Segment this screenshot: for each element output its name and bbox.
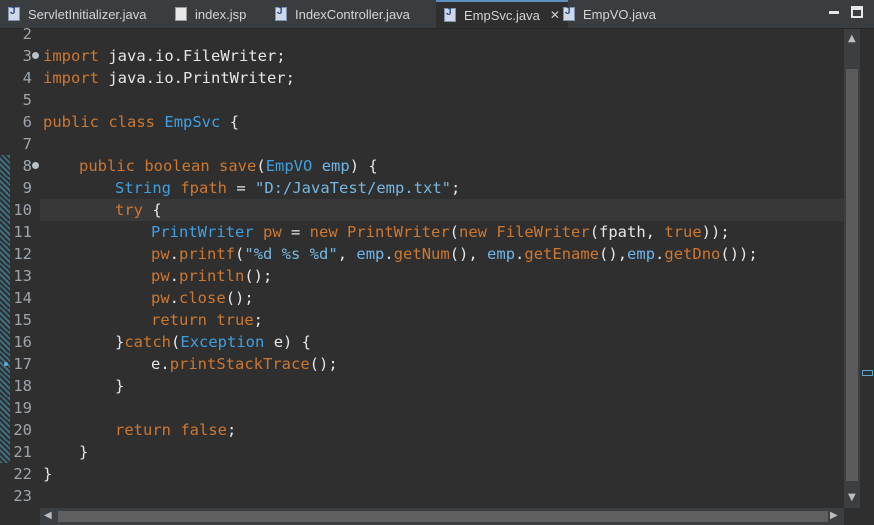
fold-collapse-icon[interactable] [32,52,39,59]
vertical-scrollbar[interactable]: ▲ ▼ [844,29,860,508]
close-icon[interactable]: ✕ [550,8,560,22]
code-text-area[interactable]: import java.io.FileWriter; import java.i… [43,29,843,508]
code-line-10: try { [115,201,162,219]
code-line-22: } [43,465,53,483]
scroll-left-icon[interactable]: ◀ [44,510,52,521]
code-line-18: } [115,377,125,395]
java-file-icon [275,6,287,21]
line-number: 21 [13,443,32,461]
code-line-21: } [79,443,89,461]
line-number: 4 [22,69,32,87]
line-number: 2 [22,25,32,43]
tab-empsvc-active[interactable]: EmpSvc.java ✕ [436,0,568,28]
line-number: 6 [22,113,32,131]
code-editor[interactable]: 2 3 4 5 6 7 8 9 10 11 12 13 14 15 16 17 … [0,25,874,508]
line-number: 13 [13,267,32,285]
code-line-4: import java.io.PrintWriter; [43,69,295,87]
code-line-14: pw.close(); [151,289,254,307]
line-number: 22 [13,465,32,483]
code-line-12: pw.printf("%d %s %d", emp.getNum(), emp.… [151,245,758,263]
tab-label: index.jsp [195,6,247,22]
java-file-icon [563,6,575,21]
line-number: 5 [22,91,32,109]
code-line-15: return true; [151,311,264,329]
line-number: 8 [22,157,32,175]
tab-label: EmpVO.java [583,6,656,22]
overview-marker[interactable] [862,370,873,376]
code-line-16: }catch(Exception e) { [115,333,312,351]
code-line-17: e.printStackTrace(); [151,355,338,373]
line-number: 9 [22,179,32,197]
line-number: 23 [13,487,32,505]
line-number: 15 [13,311,32,329]
java-file-icon [8,6,20,21]
line-number: 18 [13,377,32,395]
line-number: 20 [13,421,32,439]
code-line-9: String fpath = "D:/JavaTest/emp.txt"; [115,179,461,197]
jsp-file-icon [175,7,187,21]
code-line-13: pw.println(); [151,267,273,285]
line-number: 16 [13,333,32,351]
vertical-scroll-thumb[interactable] [846,69,858,481]
scroll-right-icon[interactable]: ▶ [830,510,838,521]
line-number: 19 [13,399,32,417]
horizontal-scroll-thumb[interactable] [58,511,828,522]
code-line-8: public boolean save(EmpVO emp) { [79,157,378,175]
maximize-icon[interactable] [849,4,865,20]
scroll-up-icon[interactable]: ▲ [848,33,856,44]
tab-label: ServletInitializer.java [28,6,147,22]
tab-label: IndexController.java [295,6,410,22]
code-line-3: import java.io.FileWriter; [43,47,286,65]
scroll-down-icon[interactable]: ▼ [848,492,856,503]
fold-collapse-icon[interactable] [32,162,39,169]
line-number-gutter: 2 3 4 5 6 7 8 9 10 11 12 13 14 15 16 17 … [0,25,40,508]
tab-label: EmpSvc.java [464,7,540,23]
tab-empvo[interactable]: EmpVO.java [563,0,656,28]
java-file-icon [444,7,456,22]
overview-ruler[interactable] [860,29,874,508]
code-line-20: return false; [115,421,237,439]
line-number: 12 [13,245,32,263]
code-line-11: PrintWriter pw = new PrintWriter(new Fil… [151,223,730,241]
horizontal-scrollbar[interactable]: ◀ ▶ [40,508,844,525]
line-number: 14 [13,289,32,307]
line-number: 7 [22,135,32,153]
code-line-6: public class EmpSvc { [43,113,240,131]
editor-tab-bar: ServletInitializer.java index.jsp IndexC… [0,0,874,29]
breakpoint-marker-icon [4,362,8,366]
line-number: 3 [22,47,32,65]
line-number: 10 [13,201,32,219]
tab-index-jsp[interactable]: index.jsp [175,0,246,28]
minimize-icon[interactable] [826,4,842,20]
line-number: 11 [13,223,32,241]
tab-index-controller[interactable]: IndexController.java [275,0,410,28]
